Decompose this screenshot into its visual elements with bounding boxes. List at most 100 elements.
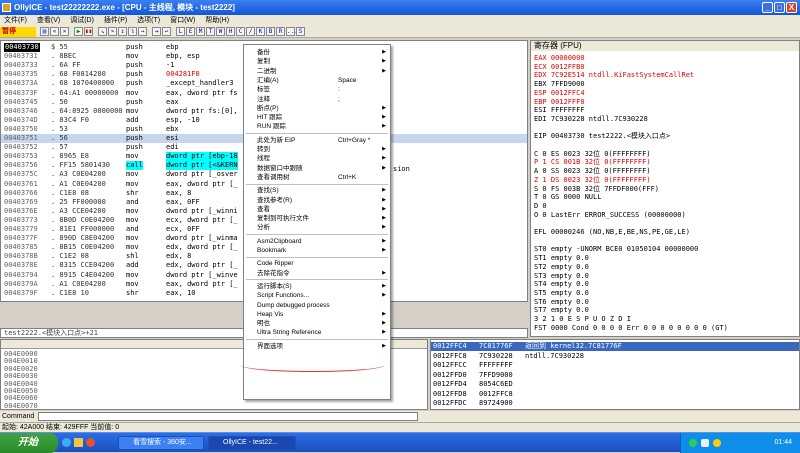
tray-security-icon[interactable] <box>713 439 721 447</box>
register-line[interactable]: EIP 00403730 test2222.<模块入口点> <box>534 132 670 141</box>
run-icon[interactable]: ▶ <box>74 27 83 36</box>
tray-volume-icon[interactable] <box>701 439 709 447</box>
trace-into-icon[interactable]: ↧ <box>118 27 127 36</box>
register-line[interactable]: 3 2 1 0 E S P U O Z D I <box>534 315 631 324</box>
window-button-4[interactable]: W <box>216 27 225 36</box>
menu-window[interactable]: 窗口(W) <box>166 15 199 26</box>
close-file-icon[interactable]: × <box>60 27 69 36</box>
register-line[interactable]: EDX 7C92E514 ntdll.KiFastSystemCallRet <box>534 71 694 80</box>
context-menu-item[interactable]: Dump debugged process <box>244 301 390 310</box>
context-menu-item[interactable]: 运行脚本(S) ▶ <box>244 282 390 291</box>
media-icon[interactable] <box>86 438 95 447</box>
context-menu-item[interactable]: 注释; <box>244 95 390 104</box>
minimize-button[interactable]: _ <box>762 2 773 13</box>
step-over-icon[interactable]: ↷ <box>108 27 117 36</box>
window-button-12[interactable]: S <box>296 27 305 36</box>
context-menu-item[interactable]: 查找参考(R) ▶ <box>244 196 390 205</box>
step-into-icon[interactable]: ↘ <box>98 27 107 36</box>
context-menu-item[interactable]: 分析 ▶ <box>244 223 390 232</box>
stack-row[interactable]: 0012FFC4 7C81776F 返回到 kernel32.7C81776F <box>431 342 799 351</box>
window-button-1[interactable]: E <box>186 27 195 36</box>
stack-row[interactable]: 0012FFC8 7C930228 ntdll.7C930228 <box>431 352 799 361</box>
menu-debug[interactable]: 调试(D) <box>66 15 98 26</box>
context-menu-item[interactable]: 此处为新 EIP Ctrl+Gray * <box>244 136 390 145</box>
register-line[interactable]: EAX 00000000 <box>534 54 585 63</box>
register-line[interactable]: ST7 empty 0.0 <box>534 306 589 315</box>
register-line[interactable]: A 0 SS 0023 32位 0(FFFFFFFF) <box>534 167 651 176</box>
context-menu-item[interactable]: 查找(S) ▶ <box>244 186 390 195</box>
window-button-5[interactable]: H <box>226 27 235 36</box>
context-menu-item[interactable]: 去除花指令 ▶ <box>244 269 390 278</box>
register-line[interactable]: D 0 <box>534 202 547 211</box>
dump-row[interactable]: 004E0070 <box>1 402 427 409</box>
register-line[interactable]: EFL 00000246 (NO,NB,E,BE,NS,PE,GE,LE) <box>534 228 690 237</box>
context-menu-item[interactable]: Bookmark ▶ <box>244 246 390 255</box>
register-line[interactable]: ST5 empty 0.0 <box>534 289 589 298</box>
register-line[interactable]: C 0 ES 0023 32位 0(FFFFFFFF) <box>534 150 651 159</box>
explorer-icon[interactable] <box>74 438 83 447</box>
stack-pane[interactable]: 0012FFC4 7C81776F 返回到 kernel32.7C81776F 001… <box>430 339 800 410</box>
pause-icon[interactable]: ▮▮ <box>84 27 93 36</box>
context-menu-item[interactable]: 标签: <box>244 85 390 94</box>
open-icon[interactable]: ▤ <box>40 27 49 36</box>
registers-pane[interactable]: 寄存器 (FPU) EAX 00000000 ECX 0012FFB0 EDX 7C… <box>530 40 800 337</box>
context-menu-item[interactable]: Heap Vis ▶ <box>244 310 390 319</box>
register-line[interactable]: ST6 empty 0.0 <box>534 298 589 307</box>
start-button[interactable]: 开始 <box>0 433 58 453</box>
execute-till-return-icon[interactable]: → <box>138 27 147 36</box>
context-menu-item[interactable]: 明也 ▶ <box>244 319 390 328</box>
stack-row[interactable]: 0012FFD8 0012FFC8 <box>431 390 799 399</box>
context-menu-item[interactable]: Asm2Clipboard ▶ <box>244 237 390 246</box>
register-line[interactable]: ST2 empty 0.0 <box>534 263 589 272</box>
context-menu-item[interactable]: 界面选项 ▶ <box>244 342 390 351</box>
stack-row[interactable]: 0012FFCC FFFFFFFF <box>431 361 799 370</box>
stack-row[interactable]: 0012FFD0 7FFD9000 <box>431 371 799 380</box>
window-button-2[interactable]: M <box>196 27 205 36</box>
command-input[interactable] <box>38 412 418 421</box>
register-line[interactable]: ST4 empty 0.0 <box>534 280 589 289</box>
register-line[interactable]: EBP 0012FFF0 <box>534 98 585 107</box>
context-menu-item[interactable]: 汇编(A) Space <box>244 76 390 85</box>
ie-icon[interactable] <box>62 438 71 447</box>
close-button[interactable]: X <box>786 2 797 13</box>
menu-view[interactable]: 查看(V) <box>33 15 64 26</box>
context-menu-item[interactable]: Ultra String Reference ▶ <box>244 328 390 337</box>
window-button-9[interactable]: B <box>266 27 275 36</box>
context-menu-item[interactable]: 断点(P) ▶ <box>244 104 390 113</box>
clock[interactable]: 01:44 <box>774 439 792 446</box>
stack-row[interactable]: 0012FFD4 8054C6ED <box>431 380 799 389</box>
register-line[interactable]: ST0 empty -UNORM BCE0 01050104 00000000 <box>534 245 698 254</box>
window-button-0[interactable]: L <box>176 27 185 36</box>
context-menu-item[interactable]: 线程 ▶ <box>244 154 390 163</box>
menu-plugins[interactable]: 插件(P) <box>100 15 131 26</box>
rewind-icon[interactable]: « <box>50 27 59 36</box>
window-button-7[interactable]: / <box>246 27 255 36</box>
register-line[interactable]: ESP 0012FFC4 <box>534 89 585 98</box>
trace-over-icon[interactable]: ↴ <box>128 27 137 36</box>
menu-options[interactable]: 选项(T) <box>133 15 164 26</box>
window-button-10[interactable]: R <box>276 27 285 36</box>
context-menu-item[interactable]: 备份 ▶ <box>244 48 390 57</box>
taskbar-item-ollyice[interactable]: OllyICE - test22... <box>208 436 296 450</box>
tray-network-icon[interactable] <box>689 439 697 447</box>
taskbar-item-browser[interactable]: 看雪搜索 - 360安... <box>118 436 204 450</box>
context-menu-item[interactable]: 查看 ▶ <box>244 205 390 214</box>
menu-file[interactable]: 文件(F) <box>0 15 31 26</box>
goto-icon[interactable]: ⇥ <box>152 27 161 36</box>
register-line[interactable]: EBX 7FFD9000 <box>534 80 585 89</box>
register-line[interactable]: ST1 empty 0.0 <box>534 254 589 263</box>
stack-row[interactable]: 0012FFDC 89724900 <box>431 399 799 408</box>
context-menu-item[interactable]: Script Functions... ▶ <box>244 291 390 300</box>
window-button-8[interactable]: K <box>256 27 265 36</box>
context-menu-item[interactable]: 复制 ▶ <box>244 57 390 66</box>
register-line[interactable]: ECX 0012FFB0 <box>534 63 585 72</box>
context-menu-item[interactable]: 复制到可执行文件 ▶ <box>244 214 390 223</box>
register-line[interactable]: EDI 7C930228 ntdll.7C930228 <box>534 115 648 124</box>
step-back-icon[interactable]: ↩ <box>162 27 171 36</box>
window-button-6[interactable]: C <box>236 27 245 36</box>
register-line[interactable]: ST3 empty 0.0 <box>534 272 589 281</box>
menu-help[interactable]: 帮助(H) <box>201 15 233 26</box>
register-line[interactable]: Z 1 DS 0023 32位 0(FFFFFFFF) <box>534 176 651 185</box>
register-line[interactable]: ESI FFFFFFFF <box>534 106 585 115</box>
register-line[interactable]: P 1 CS 001B 32位 0(FFFFFFFF) <box>534 158 651 167</box>
